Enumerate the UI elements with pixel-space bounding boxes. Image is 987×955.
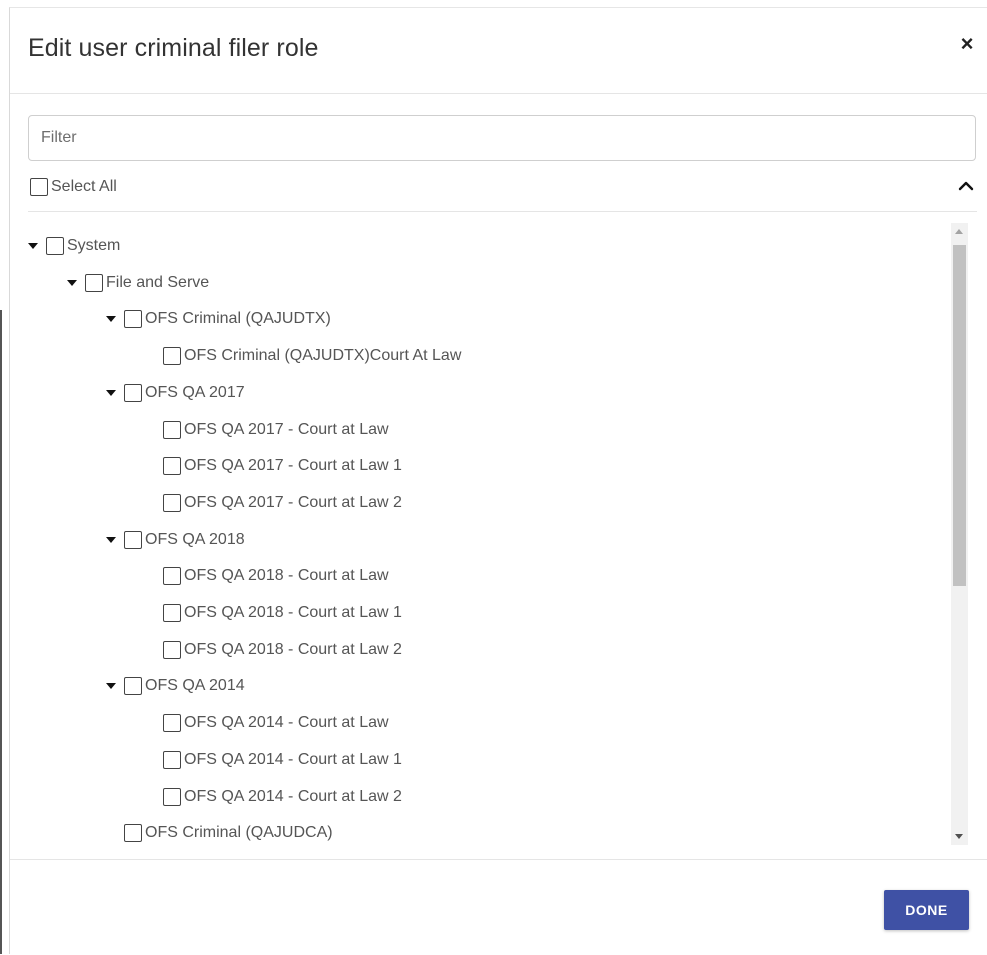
tree-item-label: OFS QA 2014 - Court at Law 2 [184, 787, 402, 805]
tree-item-checkbox[interactable] [124, 310, 142, 329]
tree-item-checkbox[interactable] [124, 677, 142, 696]
tree-item[interactable]: OFS QA 2014 - Court at Law [163, 711, 389, 735]
page-background [0, 0, 987, 7]
tree-item-checkbox[interactable] [163, 420, 181, 439]
tree-item[interactable]: OFS QA 2014 [106, 674, 245, 698]
select-all-checkbox-row[interactable]: Select All [30, 175, 117, 199]
tree-item-checkbox[interactable] [163, 750, 181, 769]
page-edge-line [0, 310, 2, 954]
select-all-checkbox[interactable] [30, 178, 48, 196]
tree-item[interactable]: OFS QA 2018 - Court at Law 2 [163, 638, 402, 662]
edit-role-dialog: Edit user criminal filer role × Select A… [9, 7, 987, 954]
scroll-down-arrow-icon[interactable] [951, 828, 968, 845]
tree-item-label: OFS QA 2018 - Court at Law 2 [184, 640, 402, 658]
caret-down-icon[interactable] [67, 279, 77, 286]
caret-down-icon[interactable] [106, 389, 116, 396]
tree-item-checkbox[interactable] [163, 714, 181, 733]
tree-item[interactable]: OFS Criminal (QAJUDTX)Court At Law [163, 344, 461, 368]
dialog-header: Edit user criminal filer role × [10, 8, 987, 94]
chevron-up-icon[interactable] [956, 176, 976, 196]
tree-item[interactable]: OFS QA 2018 [106, 528, 245, 552]
tree-item-label: OFS QA 2017 [145, 383, 245, 401]
tree-item-checkbox[interactable] [163, 567, 181, 586]
tree-item-checkbox[interactable] [46, 237, 64, 255]
role-tree: System File and Serve OFS Criminal (QAJUDT… [19, 218, 977, 855]
dialog-footer: DONE [10, 859, 987, 955]
tree-item[interactable]: OFS QA 2017 - Court at Law 2 [163, 491, 402, 515]
scroll-up-arrow-icon[interactable] [951, 223, 968, 240]
tree-item-label: OFS QA 2018 [145, 530, 245, 548]
tree-item-checkbox[interactable] [163, 787, 181, 806]
tree-item-label: OFS QA 2014 [145, 677, 245, 695]
tree-item[interactable]: OFS QA 2014 - Court at Law 1 [163, 748, 402, 772]
tree-item[interactable]: System [28, 234, 120, 258]
filter-divider [28, 211, 977, 212]
tree-item-label: OFS Criminal (QAJUDCA) [145, 824, 333, 842]
scrollbar-thumb[interactable] [953, 245, 966, 586]
tree-item-checkbox[interactable] [163, 347, 181, 366]
tree-item[interactable]: OFS QA 2017 [106, 381, 245, 405]
tree-item[interactable]: File and Serve [67, 271, 209, 295]
caret-down-icon[interactable] [106, 316, 116, 323]
dialog-title: Edit user criminal filer role [28, 34, 319, 62]
tree-item-checkbox[interactable] [124, 824, 142, 843]
tree-scrollbar[interactable] [951, 223, 968, 845]
tree-item[interactable]: OFS Criminal (QAJUDTX) [106, 307, 331, 331]
tree-item[interactable]: OFS QA 2018 - Court at Law 1 [163, 601, 402, 625]
tree-item[interactable]: OFS QA 2017 - Court at Law 1 [163, 454, 402, 478]
tree-item-label: OFS Criminal (QAJUDTX) [145, 310, 331, 328]
tree-item-checkbox[interactable] [163, 640, 181, 659]
tree-item-label: OFS QA 2018 - Court at Law 1 [184, 604, 402, 621]
tree-item-checkbox[interactable] [85, 273, 103, 292]
close-icon[interactable]: × [956, 31, 978, 57]
tree-item-label: System [67, 237, 121, 254]
tree-item[interactable]: OFS Criminal (QAJUDCA) [124, 821, 333, 845]
tree-item[interactable]: OFS QA 2014 - Court at Law 2 [163, 785, 402, 809]
tree-item[interactable]: OFS QA 2017 - Court at Law [163, 418, 389, 442]
tree-item-checkbox[interactable] [163, 493, 181, 512]
tree-item-label: OFS QA 2014 - Court at Law [184, 714, 389, 732]
select-all-label: Select All [51, 178, 117, 195]
tree-item-label: OFS QA 2017 - Court at Law 1 [184, 457, 402, 475]
tree-item-checkbox[interactable] [163, 457, 181, 476]
tree-item-label: OFS QA 2014 - Court at Law 1 [184, 750, 402, 768]
tree-item-label: OFS QA 2017 - Court at Law 2 [184, 493, 402, 511]
tree-item[interactable]: OFS QA 2018 - Court at Law [163, 564, 389, 588]
tree-item-label: File and Serve [106, 273, 210, 291]
tree-item-checkbox[interactable] [124, 530, 142, 549]
tree-item-checkbox[interactable] [163, 604, 181, 622]
tree-item-checkbox[interactable] [124, 383, 142, 402]
filter-input[interactable] [28, 115, 976, 161]
caret-down-icon[interactable] [106, 536, 116, 543]
caret-down-icon[interactable] [28, 243, 38, 249]
done-button[interactable]: DONE [884, 890, 969, 930]
tree-item-label: OFS QA 2018 - Court at Law [184, 567, 389, 585]
caret-down-icon[interactable] [106, 683, 116, 690]
tree-item-label: OFS QA 2017 - Court at Law [184, 420, 389, 438]
tree-item-label: OFS Criminal (QAJUDTX)Court At Law [184, 347, 462, 365]
